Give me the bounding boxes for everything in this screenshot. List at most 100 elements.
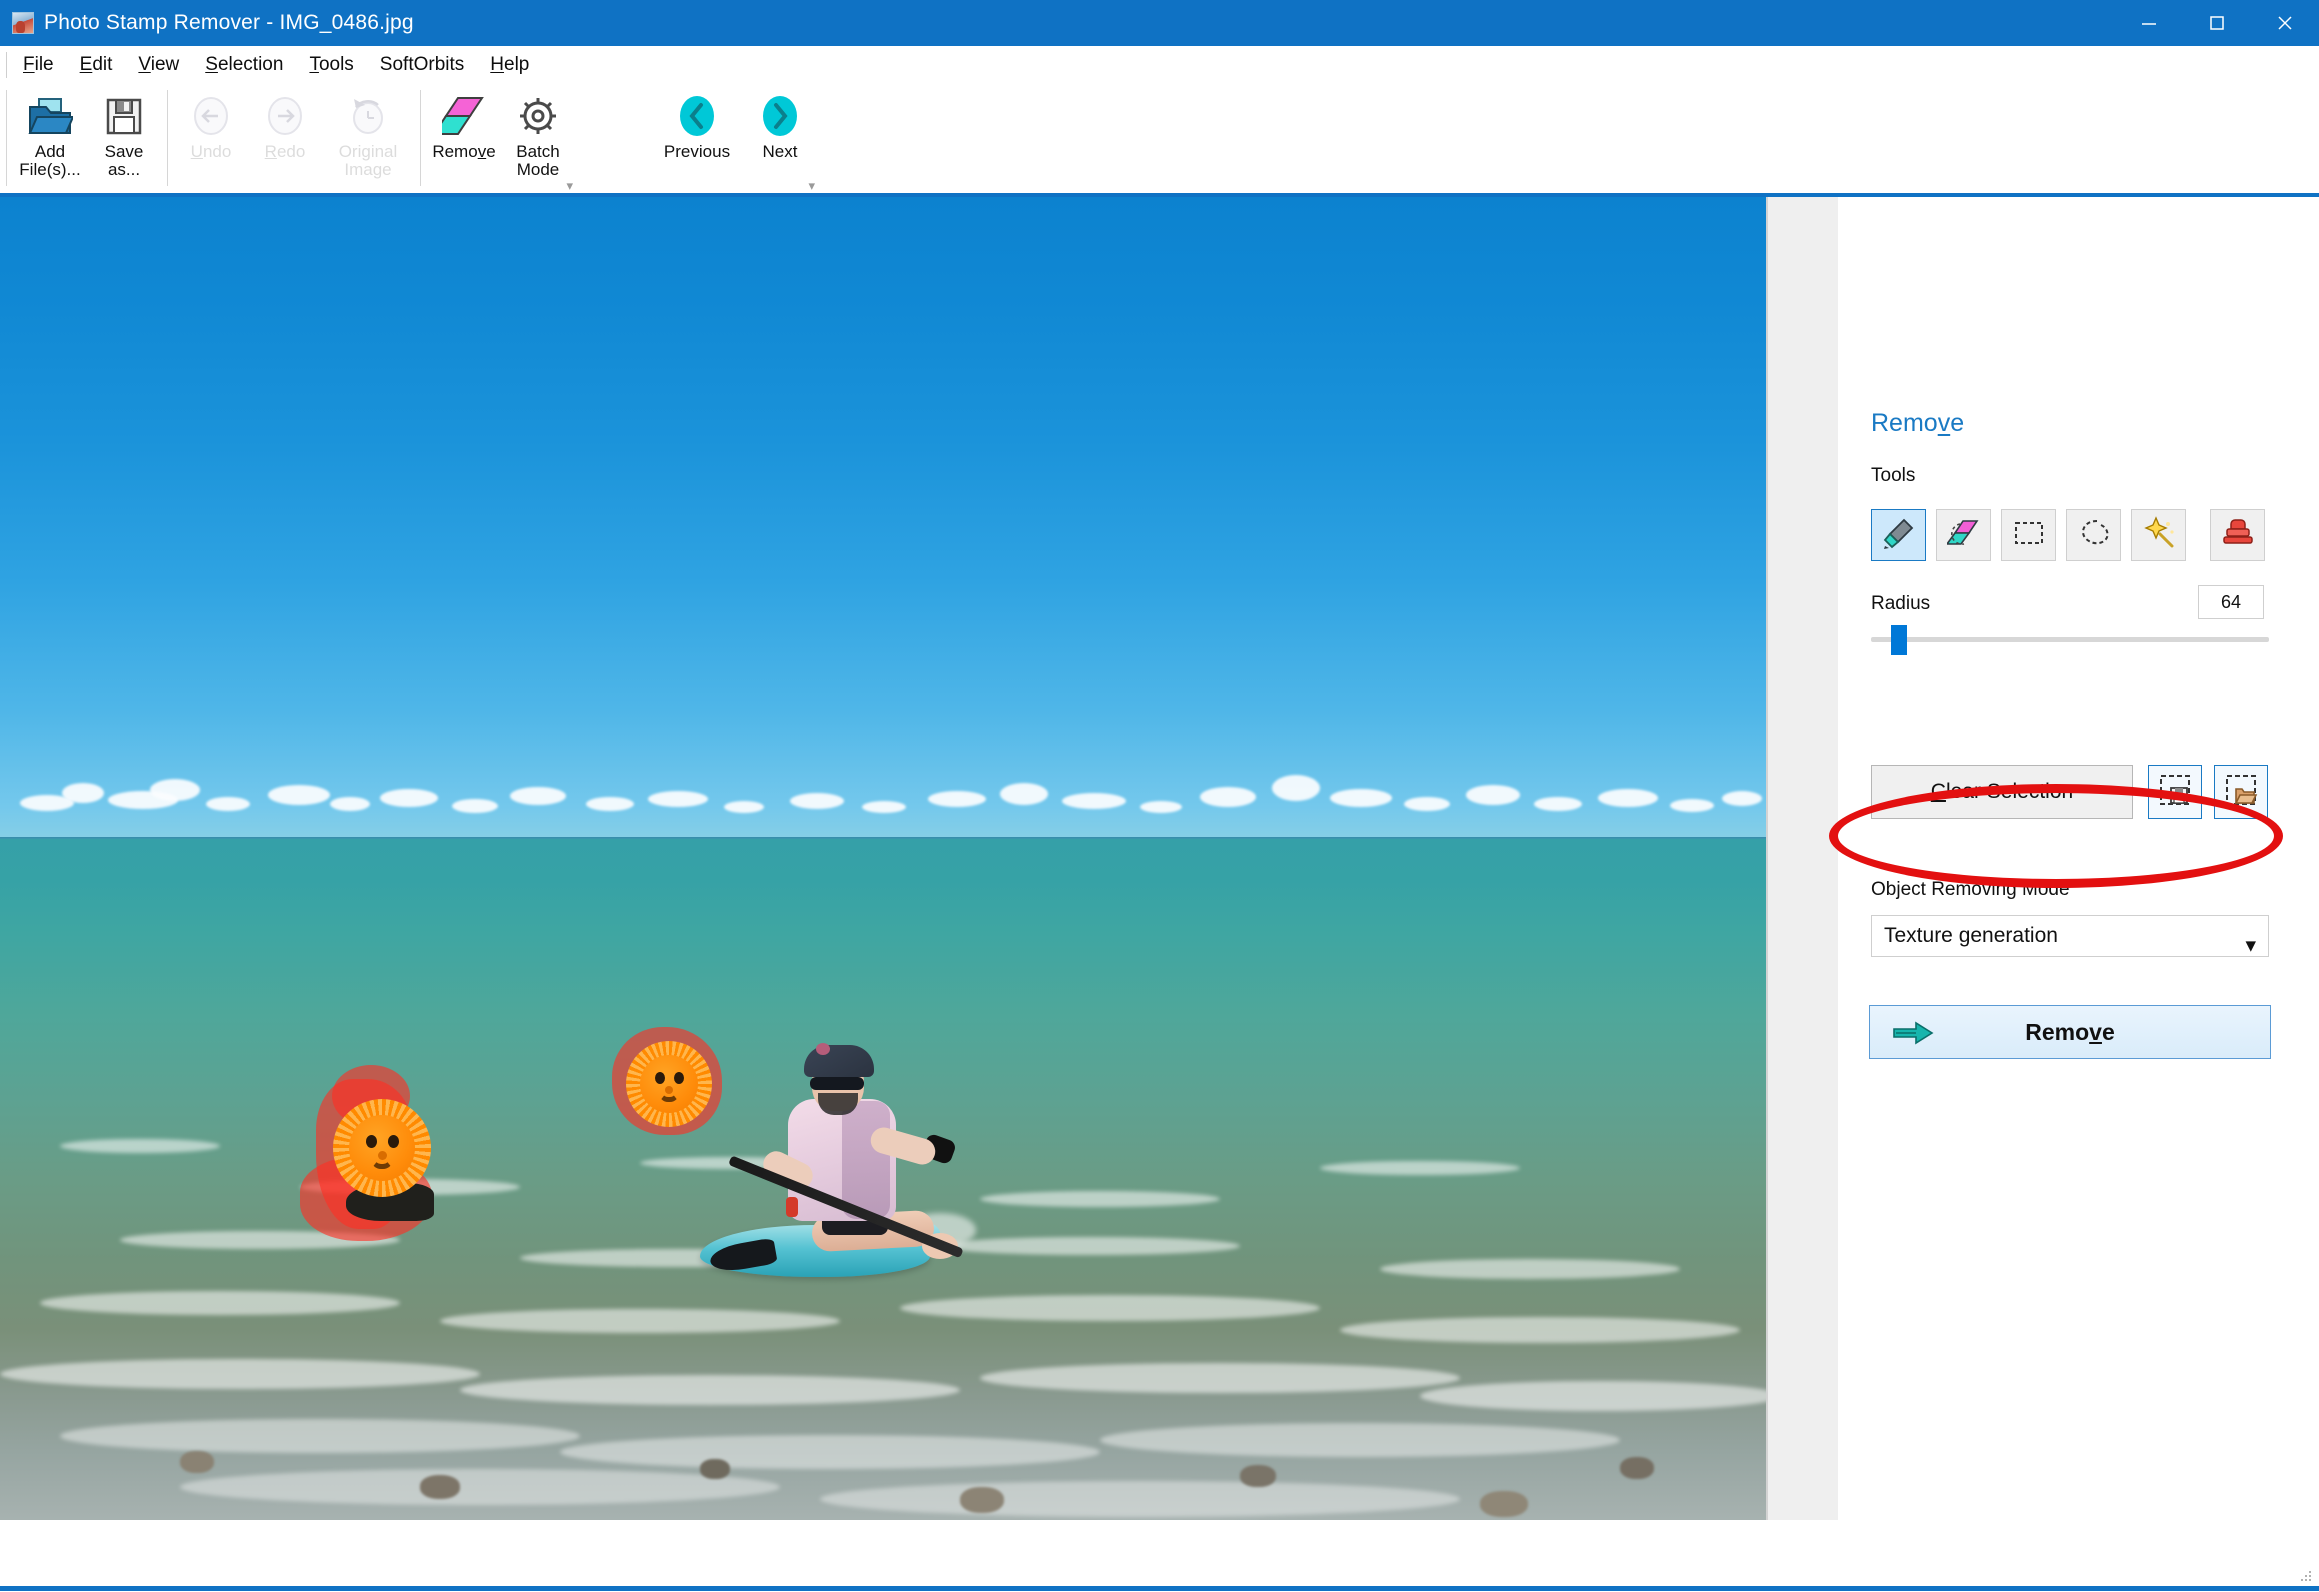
- stamp-tool-button[interactable]: [2210, 509, 2265, 561]
- radius-slider-thumb[interactable]: [1891, 625, 1907, 655]
- image-canvas[interactable]: [0, 197, 1766, 1520]
- batch-mode-label: Batch Mode: [516, 142, 560, 180]
- dashed-rectangle-icon: [2012, 516, 2046, 555]
- person-cap-detail: [816, 1043, 830, 1055]
- menu-help[interactable]: Help: [477, 51, 542, 79]
- previous-label: Previous: [663, 142, 731, 161]
- sun-eye-left-2: [388, 1135, 399, 1148]
- menu-tools[interactable]: Tools: [296, 51, 366, 79]
- main-toolbar: Add File(s)... Save as... Undo Redo Orig…: [0, 84, 2319, 196]
- sun-eye-right-2: [674, 1072, 684, 1084]
- cloud-band: [0, 757, 1766, 843]
- sun-eye-right-1: [655, 1072, 665, 1084]
- close-button[interactable]: [2251, 0, 2319, 46]
- toolbar-overflow-2[interactable]: ▾: [808, 179, 815, 192]
- person-wristband: [786, 1197, 798, 1217]
- highlighter-marker-icon: [1882, 516, 1916, 555]
- eraser-icon: [1944, 516, 1981, 555]
- save-as-label: Save as...: [104, 142, 144, 180]
- redo-button[interactable]: Redo: [248, 84, 322, 188]
- status-bar-rule: [0, 1586, 2319, 1591]
- pink-teal-parallelogram-icon: [442, 93, 486, 139]
- magic-wand-icon: [2142, 515, 2176, 555]
- paddleboarder-figure: [700, 1037, 1000, 1297]
- menu-selection[interactable]: Selection: [192, 51, 296, 79]
- sun-smiley-sticker-left: [333, 1099, 431, 1197]
- load-selection-button[interactable]: [2214, 765, 2268, 819]
- status-bar: 1 44% Time (s): 0.4 JPG 2667x2000: [0, 1540, 2319, 1588]
- remove-toolbar-button[interactable]: Remove: [427, 84, 501, 188]
- window-controls: [2115, 0, 2319, 46]
- menu-view[interactable]: View: [125, 51, 192, 79]
- load-selection-icon: [2224, 773, 2258, 812]
- open-folder-icon: [27, 93, 73, 139]
- original-image-label: Original Image: [338, 142, 398, 180]
- remove-toolbar-label: Remove: [432, 142, 496, 161]
- chevron-down-icon: ▾: [2245, 934, 2256, 957]
- teal-arrow-right-icon: [1892, 1020, 1936, 1051]
- save-selection-button[interactable]: [2148, 765, 2202, 819]
- person-cap: [804, 1045, 874, 1077]
- toolbar-overflow-1[interactable]: ▾: [566, 179, 573, 192]
- object-removing-mode-select[interactable]: Texture generation ▾: [1871, 915, 2269, 957]
- undo-arrow-icon: [188, 93, 234, 139]
- sun-face-left: [349, 1115, 415, 1181]
- toolbar-divider-2: [167, 90, 168, 186]
- add-files-button[interactable]: Add File(s)...: [13, 84, 87, 188]
- rubber-stamp-icon: [2221, 516, 2255, 555]
- redo-arrow-icon: [262, 93, 308, 139]
- marker-tool-button[interactable]: [1871, 509, 1926, 561]
- title-bar: Photo Stamp Remover - IMG_0486.jpg: [0, 0, 2319, 46]
- menu-file[interactable]: File: [10, 51, 67, 79]
- toolbar-group-actions: Remove Batch Mode ▾: [427, 84, 575, 194]
- previous-button[interactable]: Previous: [651, 84, 743, 188]
- lasso-tool-button[interactable]: [2066, 509, 2121, 561]
- application-window: Photo Stamp Remover - IMG_0486.jpg File …: [0, 0, 2319, 1592]
- radius-value-field[interactable]: 64: [2198, 585, 2264, 619]
- radius-slider-track[interactable]: [1871, 637, 2269, 642]
- radius-label: Radius: [1871, 593, 1931, 614]
- floppy-disk-icon: [104, 93, 144, 139]
- lasso-icon: [2077, 516, 2111, 555]
- rectangle-select-tool-button[interactable]: [2001, 509, 2056, 561]
- save-as-button[interactable]: Save as...: [87, 84, 161, 188]
- toolbar-divider: [6, 90, 7, 186]
- toolbar-group-file: Add File(s)... Save as...: [13, 84, 161, 194]
- workspace: Remove Tools Radius 64 Clear Selection O…: [0, 197, 2319, 1540]
- revert-clock-icon: [345, 93, 391, 139]
- app-icon: [12, 12, 34, 34]
- minimize-button[interactable]: [2115, 0, 2183, 46]
- resize-grip[interactable]: [2301, 1568, 2313, 1581]
- object-removing-mode-label: Object Removing Mode: [1871, 879, 2070, 900]
- window-title: Photo Stamp Remover - IMG_0486.jpg: [44, 11, 414, 34]
- toolbar-group-history: Undo Redo Original Image: [174, 84, 414, 194]
- menu-edit[interactable]: Edit: [67, 51, 126, 79]
- menu-softorbits[interactable]: SoftOrbits: [367, 51, 477, 79]
- sky-region: [0, 197, 1766, 839]
- magic-wand-tool-button[interactable]: [2131, 509, 2186, 561]
- maximize-button[interactable]: [2183, 0, 2251, 46]
- undo-button[interactable]: Undo: [174, 84, 248, 188]
- next-button[interactable]: Next: [743, 84, 817, 188]
- canvas-edge: [1766, 197, 1768, 1520]
- remove-button[interactable]: Remove: [1869, 1005, 2271, 1059]
- person-torso-shadow: [842, 1101, 890, 1219]
- menu-file-rest: ile: [34, 54, 54, 75]
- sun-face-right: [640, 1055, 698, 1113]
- redo-label: Redo: [264, 142, 306, 161]
- photo-beach-paddleboarder: [0, 197, 1766, 1520]
- eraser-tool-button[interactable]: [1936, 509, 1991, 561]
- menu-bar: File Edit View Selection Tools SoftOrbit…: [0, 46, 2319, 84]
- chevron-left-circle-icon: [673, 93, 721, 139]
- chevron-right-circle-icon: [756, 93, 804, 139]
- canvas-gutter: [1766, 197, 1838, 1520]
- tools-label: Tools: [1871, 465, 1916, 486]
- original-image-button[interactable]: Original Image: [322, 84, 414, 188]
- sun-eye-left-1: [366, 1135, 377, 1148]
- save-selection-icon: [2158, 773, 2192, 812]
- object-removing-mode-value: Texture generation: [1884, 924, 2058, 947]
- next-label: Next: [762, 142, 798, 161]
- clear-selection-button[interactable]: Clear Selection: [1871, 765, 2133, 819]
- batch-mode-button[interactable]: Batch Mode: [501, 84, 575, 188]
- toolbar-group-navigation: Previous Next ▾: [651, 84, 817, 194]
